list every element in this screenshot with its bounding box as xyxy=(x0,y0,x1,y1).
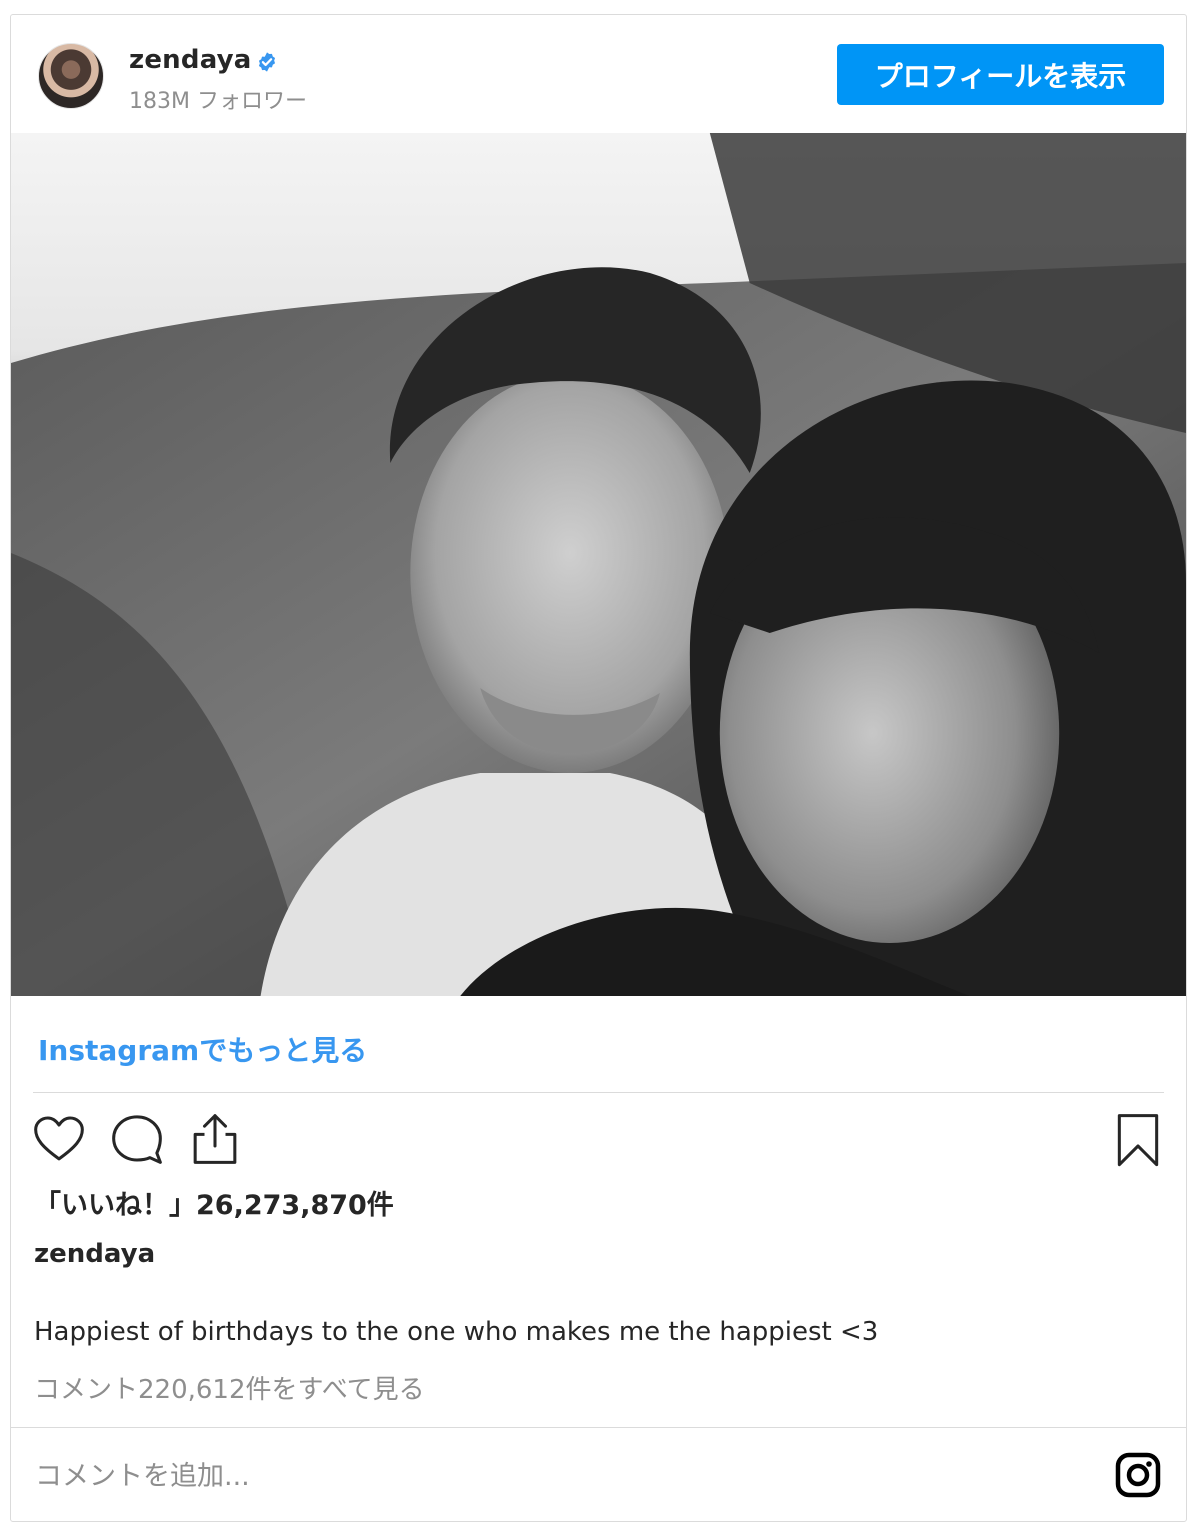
avatar[interactable] xyxy=(38,43,104,109)
view-profile-button[interactable]: プロフィールを表示 xyxy=(837,44,1164,105)
follower-count: 183M フォロワー xyxy=(129,89,307,114)
comment-bubble-icon[interactable] xyxy=(109,1111,165,1167)
view-all-comments-link[interactable]: コメント220,612件をすべて見る xyxy=(34,1369,425,1406)
instagram-embed-card: zendaya 183M フォロワー プロフィールを表示 Instagramでも… xyxy=(10,14,1187,1522)
comment-input[interactable] xyxy=(33,1445,1087,1507)
heart-icon[interactable] xyxy=(31,1111,87,1167)
username[interactable]: zendaya xyxy=(129,45,252,75)
verified-badge-icon xyxy=(256,51,278,73)
caption-text: Happiest of birthdays to the one who mak… xyxy=(34,1317,879,1347)
instagram-logo-icon[interactable] xyxy=(1114,1451,1162,1499)
view-more-on-instagram-link[interactable]: Instagramでもっと見る xyxy=(38,1029,367,1069)
share-icon[interactable] xyxy=(187,1111,243,1167)
divider xyxy=(33,1092,1164,1093)
post-header: zendaya 183M フォロワー プロフィールを表示 xyxy=(11,15,1186,133)
like-count[interactable]: 「いいね！」26,273,870件 xyxy=(34,1183,394,1222)
caption-username[interactable]: zendaya xyxy=(34,1239,155,1269)
post-photo[interactable] xyxy=(11,133,1186,996)
bookmark-icon[interactable] xyxy=(1110,1111,1166,1167)
divider xyxy=(11,1427,1186,1428)
